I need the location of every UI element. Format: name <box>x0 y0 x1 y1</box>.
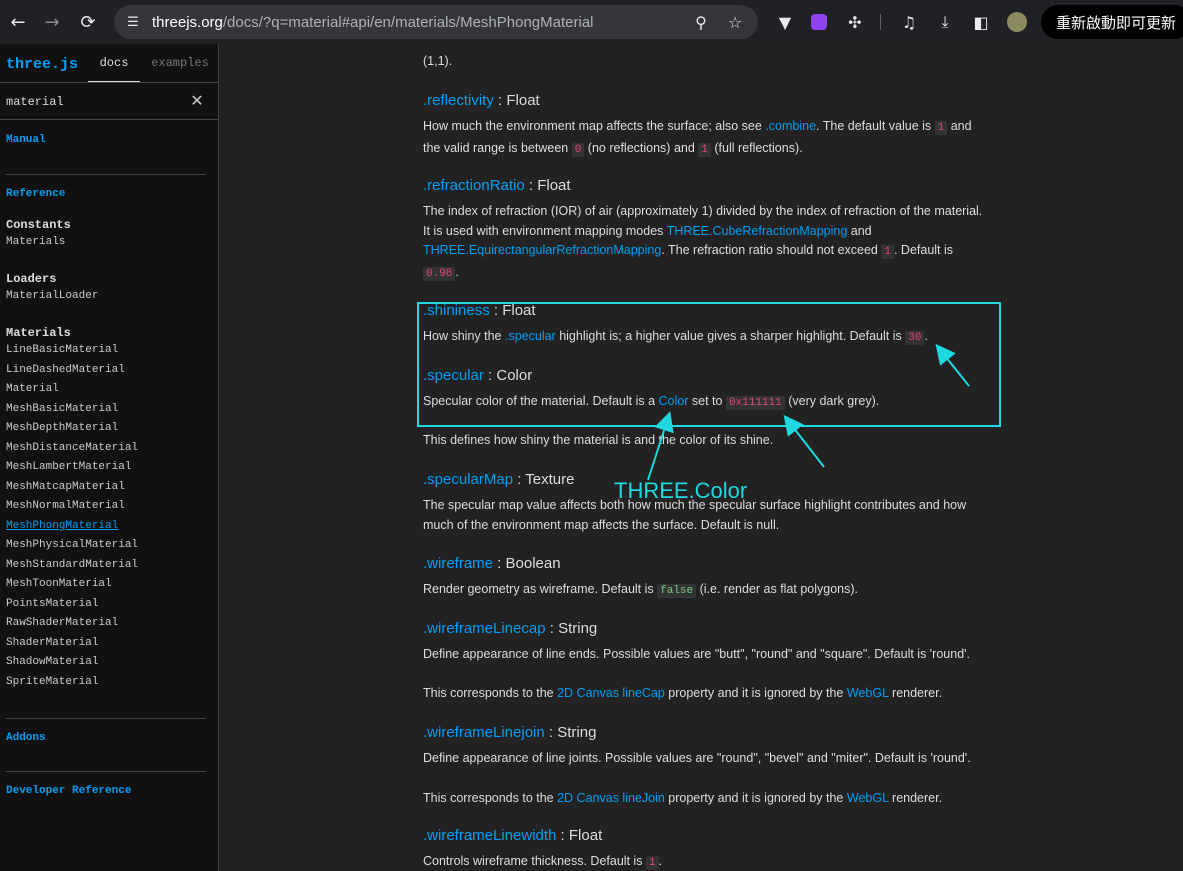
sidebar-item[interactable]: ShaderMaterial <box>6 634 138 654</box>
sidebar-item[interactable]: MeshPhysicalMaterial <box>6 536 138 556</box>
sidebar-item[interactable]: RawShaderMaterial <box>6 614 138 634</box>
sidebar-item[interactable]: PointsMaterial <box>6 595 138 615</box>
annotation-label: THREE.Color <box>614 478 748 503</box>
docs-sidebar: three.js docs examples ✕ Manual Referenc… <box>0 44 219 871</box>
clear-search-icon[interactable]: ✕ <box>188 91 206 111</box>
materials-list: LineBasicMaterial LineDashedMaterial Mat… <box>6 341 138 692</box>
vivaldi-v-icon[interactable]: ▼ <box>774 11 796 33</box>
category-title: Constants <box>6 218 71 232</box>
download-icon[interactable]: ⤓ <box>934 11 956 33</box>
extensions-puzzle-icon[interactable]: ✣ <box>844 11 866 33</box>
sidebar-item[interactable]: MeshDistanceMaterial <box>6 439 138 459</box>
sidebar-category-constants: Constants Materials <box>6 218 71 253</box>
sidebar-item[interactable]: MeshBasicMaterial <box>6 400 138 420</box>
site-info-icon[interactable]: ☰ <box>122 11 144 33</box>
forward-icon[interactable]: → <box>40 10 64 34</box>
back-icon[interactable]: ← <box>6 10 30 34</box>
sidebar-item[interactable]: Material <box>6 380 138 400</box>
tab-docs[interactable]: docs <box>88 44 140 82</box>
arrow-to-30 <box>935 343 970 387</box>
sidebar-item-materials[interactable]: Materials <box>6 233 71 253</box>
category-title: Loaders <box>6 272 57 286</box>
extension-purple-icon[interactable] <box>808 11 830 33</box>
divider <box>6 718 206 719</box>
tab-examples[interactable]: examples <box>150 44 210 82</box>
sidebar-item[interactable]: SpriteMaterial <box>6 673 138 693</box>
search-input[interactable] <box>6 93 176 111</box>
sidebar-link-addons[interactable]: Addons <box>6 732 46 744</box>
docs-content: (1,1). .reflectivity : Float How much th… <box>220 44 1183 871</box>
sidebar-link-manual[interactable]: Manual <box>6 134 46 146</box>
category-title: Materials <box>6 326 71 340</box>
side-panel-icon[interactable]: ◧ <box>970 11 992 33</box>
sidebar-header: three.js docs examples <box>0 44 218 82</box>
url-text[interactable]: threejs.org/docs/?q=material#api/en/mate… <box>152 14 594 31</box>
sidebar-item-materialloader[interactable]: MaterialLoader <box>6 287 98 307</box>
sidebar-link-reference[interactable]: Reference <box>6 188 65 200</box>
sidebar-item[interactable]: MeshMatcapMaterial <box>6 478 138 498</box>
sidebar-item[interactable]: MeshNormalMaterial <box>6 497 138 517</box>
divider <box>6 174 206 175</box>
sidebar-item[interactable]: MeshDepthMaterial <box>6 419 138 439</box>
toolbar-divider <box>880 14 881 30</box>
sidebar-search: ✕ <box>0 82 218 120</box>
zoom-icon[interactable]: ⚲ <box>690 11 712 33</box>
annotation-arrows <box>647 343 970 481</box>
sidebar-category-loaders: Loaders MaterialLoader <box>6 272 98 307</box>
sidebar-item[interactable]: LineBasicMaterial <box>6 341 138 361</box>
sidebar-item[interactable]: MeshToonMaterial <box>6 575 138 595</box>
sidebar-category-materials: Materials LineBasicMaterial LineDashedMa… <box>6 326 138 692</box>
sidebar-item-selected[interactable]: MeshPhongMaterial <box>6 517 138 537</box>
browser-toolbar: ← → ⟳ ☰ threejs.org/docs/?q=material#api… <box>0 0 1183 44</box>
bookmark-star-icon[interactable]: ☆ <box>724 11 746 33</box>
divider <box>6 771 206 772</box>
sidebar-item[interactable]: ShadowMaterial <box>6 653 138 673</box>
profile-avatar-icon[interactable] <box>1006 11 1028 33</box>
media-control-icon[interactable]: ♫ <box>898 11 920 33</box>
sidebar-item[interactable]: MeshLambertMaterial <box>6 458 138 478</box>
sidebar-item[interactable]: LineDashedMaterial <box>6 361 138 381</box>
reload-icon[interactable]: ⟳ <box>76 10 100 34</box>
threejs-logo[interactable]: three.js <box>6 56 78 73</box>
address-bar[interactable]: ☰ threejs.org/docs/?q=material#api/en/ma… <box>114 5 758 39</box>
sidebar-link-developer-reference[interactable]: Developer Reference <box>6 785 131 797</box>
update-restart-button[interactable]: 重新啟動即可更新 <box>1041 5 1183 39</box>
sidebar-item[interactable]: MeshStandardMaterial <box>6 556 138 576</box>
arrow-to-hex <box>783 414 825 468</box>
arrow-to-color-link <box>647 411 674 481</box>
